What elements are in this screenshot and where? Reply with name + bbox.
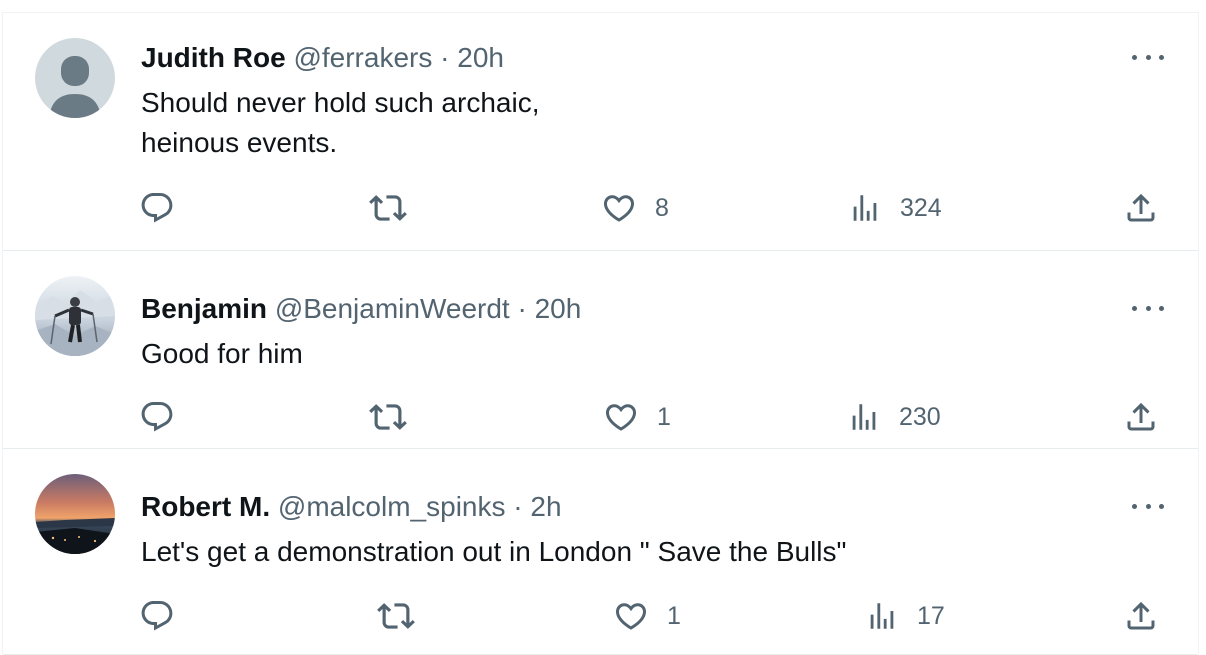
like-button[interactable]: 1 — [613, 596, 681, 636]
share-button[interactable] — [1123, 188, 1159, 228]
like-count: 8 — [655, 193, 669, 222]
hiker-photo-icon — [35, 276, 115, 356]
tweet[interactable]: Judith Roe @ferrakers · 20h Should never… — [3, 13, 1198, 251]
action-bar: 1 230 — [3, 397, 1198, 437]
reply-button[interactable] — [139, 397, 175, 437]
views-count: 230 — [899, 402, 941, 431]
display-name[interactable]: Robert M. — [141, 491, 270, 522]
tweet-header: Judith Roe @ferrakers · 20h — [141, 41, 504, 75]
retweet-icon — [369, 195, 407, 221]
retweet-icon — [369, 404, 407, 430]
heart-icon — [615, 603, 647, 630]
tweet-header: Benjamin @BenjaminWeerdt · 20h — [141, 292, 581, 326]
views-button[interactable]: 17 — [865, 596, 945, 636]
avatar[interactable] — [35, 38, 115, 118]
views-chart-icon — [870, 603, 894, 629]
handle[interactable]: @BenjaminWeerdt — [275, 293, 510, 324]
separator: · — [513, 491, 523, 522]
like-count: 1 — [657, 402, 671, 431]
reply-icon — [141, 402, 173, 432]
retweet-button[interactable] — [369, 188, 407, 228]
retweet-button[interactable] — [369, 397, 407, 437]
heart-icon — [603, 195, 635, 222]
more-options-button[interactable] — [1132, 496, 1164, 516]
views-count: 324 — [900, 193, 942, 222]
reply-icon — [141, 193, 173, 223]
timestamp[interactable]: 2h — [530, 491, 561, 522]
timestamp[interactable]: 20h — [535, 293, 582, 324]
default-avatar-icon — [35, 38, 115, 118]
display-name[interactable]: Benjamin — [141, 293, 267, 324]
reply-button[interactable] — [139, 188, 175, 228]
retweet-icon — [377, 603, 415, 629]
reply-icon — [141, 601, 173, 631]
tweet-text: Good for him — [141, 338, 303, 369]
like-count: 1 — [667, 601, 681, 630]
timestamp[interactable]: 20h — [457, 42, 504, 73]
share-button[interactable] — [1123, 596, 1159, 636]
display-name[interactable]: Judith Roe — [141, 42, 286, 73]
action-bar: 8 324 — [3, 188, 1198, 228]
tweet[interactable]: Robert M. @malcolm_spinks · 2h Let's get… — [3, 449, 1198, 655]
views-button[interactable]: 230 — [847, 397, 941, 437]
views-chart-icon — [852, 404, 876, 430]
handle[interactable]: @ferrakers — [293, 42, 432, 73]
avatar[interactable] — [35, 474, 115, 554]
tweet-text: Should never hold such archaic, heinous … — [141, 87, 540, 158]
action-bar: 1 17 — [3, 596, 1198, 636]
sunset-photo-icon — [35, 474, 115, 554]
share-button[interactable] — [1123, 397, 1159, 437]
tweet[interactable]: Benjamin @BenjaminWeerdt · 20h Good for … — [3, 251, 1198, 449]
views-chart-icon — [853, 195, 877, 221]
separator: · — [440, 42, 450, 73]
share-icon — [1127, 601, 1155, 630]
share-icon — [1127, 193, 1155, 222]
views-count: 17 — [917, 601, 945, 630]
like-button[interactable]: 1 — [603, 397, 671, 437]
reply-button[interactable] — [139, 596, 175, 636]
retweet-button[interactable] — [377, 596, 415, 636]
more-options-button[interactable] — [1132, 298, 1164, 318]
views-button[interactable]: 324 — [848, 188, 942, 228]
share-icon — [1127, 402, 1155, 431]
heart-icon — [605, 404, 637, 431]
reply-feed: Judith Roe @ferrakers · 20h Should never… — [2, 12, 1199, 655]
more-options-button[interactable] — [1132, 47, 1164, 67]
separator: · — [517, 293, 527, 324]
like-button[interactable]: 8 — [601, 188, 669, 228]
avatar[interactable] — [35, 276, 115, 356]
tweet-header: Robert M. @malcolm_spinks · 2h — [141, 490, 562, 524]
tweet-text: Let's get a demonstration out in London … — [141, 536, 847, 567]
handle[interactable]: @malcolm_spinks — [278, 491, 506, 522]
